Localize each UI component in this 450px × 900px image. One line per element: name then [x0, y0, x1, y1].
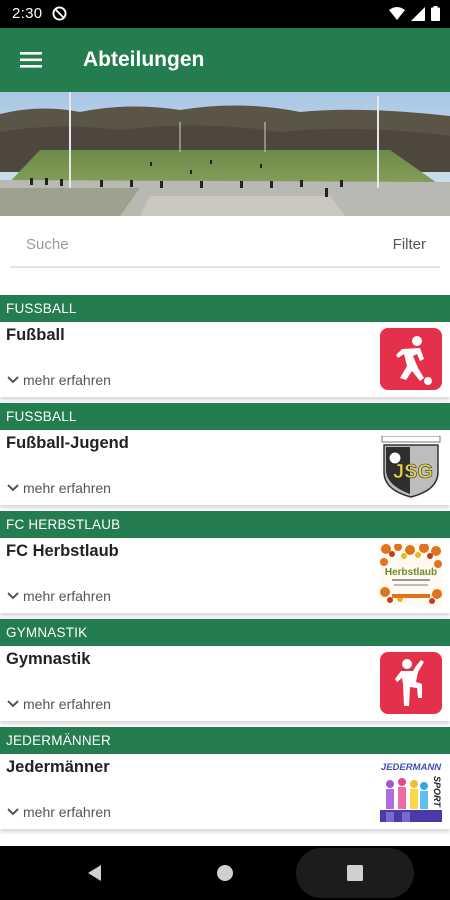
list-item[interactable]: Fußball mehr erfahren — [0, 322, 450, 397]
back-icon[interactable] — [86, 864, 104, 887]
header-image-football-field — [0, 92, 450, 216]
more-link[interactable]: mehr erfahren — [6, 480, 111, 496]
item-title: Fußball — [6, 326, 65, 344]
jedermann-sport-logo: JEDERMANN SPORT — [380, 760, 442, 822]
football-player-icon — [380, 328, 442, 390]
departments-list: FUSSBALL Fußball mehr erfahren FUSSBALL … — [0, 290, 450, 835]
more-label: mehr erfahren — [23, 372, 111, 388]
chevron-down-icon — [7, 376, 19, 384]
list-item[interactable]: Fußball-Jugend mehr erfahren JSG — [0, 430, 450, 505]
more-label: mehr erfahren — [23, 696, 111, 712]
category-header: FC HERBSTLAUB — [0, 511, 450, 538]
item-title: Gymnastik — [6, 650, 91, 668]
category-header: FUSSBALL — [0, 403, 450, 430]
battery-icon — [431, 6, 440, 26]
more-link[interactable]: mehr erfahren — [6, 588, 111, 604]
sport-logo-text: SPORT — [432, 776, 442, 808]
category-header: FUSSBALL — [0, 295, 450, 322]
recents-icon — [347, 865, 363, 881]
chevron-down-icon — [7, 700, 19, 708]
jsg-logo: JSG — [380, 435, 442, 498]
more-link[interactable]: mehr erfahren — [6, 372, 111, 388]
chevron-down-icon — [7, 808, 19, 816]
item-title: Jedermänner — [6, 758, 110, 776]
status-bar: 2:30 — [0, 0, 450, 28]
home-icon[interactable] — [216, 864, 234, 887]
filter-button[interactable]: Filter — [393, 236, 426, 253]
recents-button-area[interactable] — [296, 848, 414, 898]
category-header: JEDERMÄNNER — [0, 727, 450, 754]
herbstlaub-logo: Herbstlaub — [380, 543, 442, 606]
gymnastics-icon — [380, 652, 442, 714]
menu-icon[interactable] — [20, 49, 44, 71]
more-label: mehr erfahren — [23, 804, 111, 820]
more-label: mehr erfahren — [23, 480, 111, 496]
more-label: mehr erfahren — [23, 588, 111, 604]
item-title: Fußball-Jugend — [6, 434, 129, 452]
system-nav-bar — [0, 846, 450, 900]
page-title: Abteilungen — [83, 48, 205, 71]
app-bar: Abteilungen — [0, 28, 450, 92]
chevron-down-icon — [7, 484, 19, 492]
list-item[interactable]: Gymnastik mehr erfahren — [0, 646, 450, 721]
list-item[interactable]: FC Herbstlaub mehr erfahren Herbstlaub — [0, 538, 450, 613]
do-not-disturb-icon — [52, 6, 67, 26]
item-title: FC Herbstlaub — [6, 542, 119, 560]
more-link[interactable]: mehr erfahren — [6, 696, 111, 712]
jedermann-logo-text: JEDERMANN — [381, 762, 442, 773]
more-link[interactable]: mehr erfahren — [6, 804, 111, 820]
search-input[interactable]: Suche — [26, 236, 69, 253]
jsg-logo-text: JSG — [393, 461, 433, 483]
herbstlaub-logo-text: Herbstlaub — [385, 567, 437, 578]
cell-signal-icon — [411, 6, 425, 26]
wifi-icon — [389, 6, 405, 26]
status-time: 2:30 — [12, 5, 43, 22]
chevron-down-icon — [7, 592, 19, 600]
list-item[interactable]: Jedermänner mehr erfahren JEDERMANN SPOR… — [0, 754, 450, 829]
category-header: GYMNASTIK — [0, 619, 450, 646]
search-bar[interactable]: Suche Filter — [10, 222, 440, 268]
